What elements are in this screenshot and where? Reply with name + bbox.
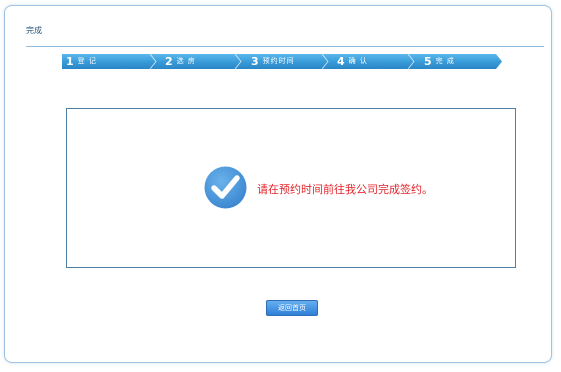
back-home-button[interactable]: 返回首页	[266, 300, 318, 316]
step-label: 选 房	[176, 57, 196, 65]
result-message: 请在预约时间前往我公司完成签约。	[257, 183, 433, 196]
progress-steps: 1登 记 2选 房 3 预约时间 4确 认 5完 成	[62, 54, 502, 69]
page-title: 完成	[26, 26, 42, 35]
title-divider	[26, 46, 544, 47]
step-number: 2	[165, 55, 173, 68]
step-number: 5	[424, 55, 432, 68]
step-4: 4确 认	[337, 54, 368, 69]
step-label: 预约时间	[262, 57, 295, 65]
step-number: 1	[66, 55, 74, 68]
step-1: 1登 记	[66, 54, 97, 69]
step-label: 确 认	[348, 57, 368, 65]
checkmark-circle-icon	[204, 166, 247, 209]
step-5: 5完 成	[424, 54, 455, 69]
step-number: 4	[337, 55, 345, 68]
step-number: 3	[251, 55, 259, 68]
step-label: 完 成	[435, 57, 455, 65]
step-2: 2选 房	[165, 54, 196, 69]
step-label: 登 记	[77, 57, 97, 65]
step-3: 3 预约时间	[251, 54, 295, 69]
